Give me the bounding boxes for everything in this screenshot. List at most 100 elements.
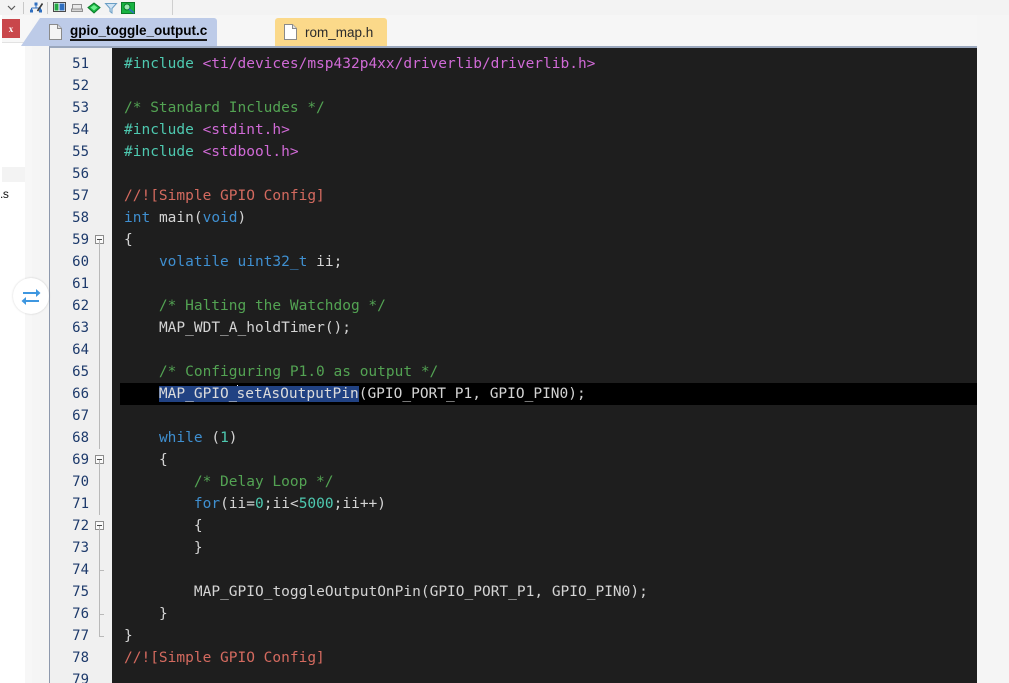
line-number-gutter: 51 52 53 54 55 56 57 58 59 60 61 62 63 64 65 66 67 68 69 70… [50, 48, 112, 683]
fold-guide-line [99, 317, 100, 339]
document-icon [49, 24, 62, 40]
file-fragment-label: .s [0, 187, 9, 201]
code-line[interactable] [120, 75, 977, 97]
code-line[interactable]: } [120, 603, 977, 625]
line-number: 77 [72, 628, 89, 644]
fold-tick [99, 570, 104, 571]
fold-row [93, 119, 112, 141]
sync-arrows-icon[interactable] [13, 278, 49, 314]
line-number: 74 [72, 562, 89, 578]
code-line[interactable]: #include <stdbool.h> [120, 141, 977, 163]
tab-rom-map-h[interactable]: rom_map.h [275, 18, 388, 46]
link-hierarchy-icon[interactable] [27, 1, 44, 15]
tab-label: gpio_toggle_output.c [70, 23, 208, 41]
tab-gpio-toggle-output-c[interactable]: gpio_toggle_output.c [20, 18, 218, 46]
fold-guide-line [99, 537, 100, 559]
view-split-icon[interactable] [51, 1, 68, 15]
fold-row [93, 669, 112, 683]
globe-filter-icon[interactable] [119, 1, 136, 15]
toolbar-divider [47, 1, 48, 14]
line-number: 76 [72, 606, 89, 622]
fold-row[interactable] [93, 515, 112, 537]
line-number: 61 [72, 276, 89, 292]
fold-row [93, 625, 112, 647]
fold-row [93, 383, 112, 405]
code-line[interactable]: #include <stdint.h> [120, 119, 977, 141]
code-line[interactable]: /* Standard Includes */ [120, 97, 977, 119]
fold-row [93, 295, 112, 317]
fold-row [93, 251, 112, 273]
gutter-spacer [112, 48, 120, 683]
line-number: 62 [72, 298, 89, 314]
code-line[interactable] [120, 559, 977, 581]
code-line[interactable]: } [120, 537, 977, 559]
close-icon[interactable]: x [2, 19, 20, 38]
code-line[interactable] [120, 163, 977, 185]
code-line[interactable] [120, 273, 977, 295]
line-number: 72 [72, 518, 89, 534]
code-line[interactable]: { [120, 515, 977, 537]
line-number: 59 [72, 232, 89, 248]
code-line[interactable]: } [120, 625, 977, 647]
fold-guide-line [99, 581, 100, 603]
fold-guide-line [99, 240, 100, 251]
code-line[interactable]: /* Halting the Watchdog */ [120, 295, 977, 317]
fold-row [93, 647, 112, 669]
code-line[interactable]: { [120, 229, 977, 251]
chevron-down-icon[interactable] [3, 1, 20, 15]
fold-guide-line [99, 339, 100, 361]
filter-funnel-icon[interactable] [102, 1, 119, 15]
fold-row [93, 163, 112, 185]
code-line[interactable] [120, 669, 977, 683]
code-line[interactable]: //![Simple GPIO Config] [120, 185, 977, 207]
fold-row [93, 273, 112, 295]
fold-row[interactable] [93, 229, 112, 251]
line-number: 79 [72, 672, 89, 683]
code-text-area[interactable]: #include <ti/devices/msp432p4xx/driverli… [120, 48, 977, 683]
left-rail: x .s [0, 15, 32, 683]
collapse-all-icon[interactable] [68, 1, 85, 15]
code-line[interactable]: MAP_GPIO_setAsOutputPin(GPIO_PORT_P1, GP… [120, 383, 977, 405]
code-line[interactable]: //![Simple GPIO Config] [120, 647, 977, 669]
fold-markers[interactable] [93, 53, 112, 683]
fold-row [93, 75, 112, 97]
rail-panel-divider [2, 167, 25, 182]
line-number: 78 [72, 650, 89, 666]
code-line[interactable] [120, 405, 977, 427]
code-line[interactable]: for(ii=0;ii<5000;ii++) [120, 493, 977, 515]
code-line[interactable]: int main(void) [120, 207, 977, 229]
fold-row [93, 603, 112, 625]
fold-guide-line [99, 295, 100, 317]
line-number: 65 [72, 364, 89, 380]
code-line[interactable]: volatile uint32_t ii; [120, 251, 977, 273]
code-line[interactable]: { [120, 449, 977, 471]
fold-row [93, 97, 112, 119]
code-line[interactable]: MAP_GPIO_toggleOutputOnPin(GPIO_PORT_P1,… [120, 581, 977, 603]
code-line[interactable]: MAP_WDT_A_holdTimer(); [120, 317, 977, 339]
code-line[interactable]: /* Delay Loop */ [120, 471, 977, 493]
toolbar [0, 0, 1009, 16]
code-line[interactable]: /* Configuring P1.0 as output */ [120, 361, 977, 383]
line-number: 71 [72, 496, 89, 512]
code-line[interactable]: while (1) [120, 427, 977, 449]
fold-row[interactable] [93, 449, 112, 471]
line-number: 58 [72, 210, 89, 226]
line-number: 67 [72, 408, 89, 424]
line-number: 51 [72, 56, 89, 72]
fold-row [93, 493, 112, 515]
fold-row [93, 339, 112, 361]
line-number: 66 [72, 386, 89, 402]
line-number: 57 [72, 188, 89, 204]
code-line[interactable]: #include <ti/devices/msp432p4xx/driverli… [120, 53, 977, 75]
line-number: 63 [72, 320, 89, 336]
fold-row [93, 427, 112, 449]
fold-row [93, 537, 112, 559]
fold-row [93, 581, 112, 603]
green-diamond-icon[interactable] [85, 1, 102, 15]
code-line[interactable] [120, 339, 977, 361]
fold-guide-line [99, 273, 100, 295]
fold-guide-line [99, 493, 100, 515]
line-number: 52 [72, 78, 89, 94]
fold-row [93, 185, 112, 207]
code-editor[interactable]: 51 52 53 54 55 56 57 58 59 60 61 62 63 64 65 66 67 68 69 70… [49, 46, 977, 683]
